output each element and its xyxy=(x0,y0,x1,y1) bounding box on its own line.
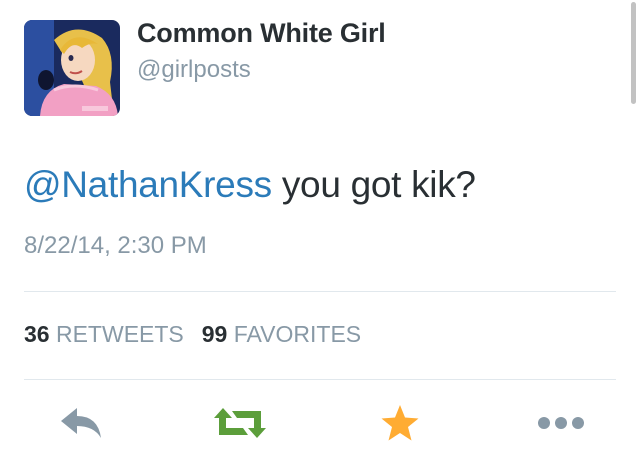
divider-bottom xyxy=(24,379,616,380)
favorites-stat[interactable]: 99 FAVORITES xyxy=(202,321,361,347)
mention-link[interactable]: @NathanKress xyxy=(24,164,272,205)
reply-icon xyxy=(61,408,101,438)
retweet-icon xyxy=(214,408,266,438)
display-name[interactable]: Common White Girl xyxy=(137,18,386,49)
more-icon xyxy=(538,417,584,429)
retweet-button[interactable] xyxy=(212,403,268,443)
user-handle[interactable]: @girlposts xyxy=(137,56,251,84)
retweets-label: RETWEETS xyxy=(55,321,184,347)
reply-button[interactable] xyxy=(57,403,105,443)
tweet-timestamp: 8/22/14, 2:30 PM xyxy=(24,232,207,259)
tweet-body: you got kik? xyxy=(271,164,476,205)
retweets-stat[interactable]: 36 RETWEETS xyxy=(24,321,184,347)
avatar[interactable] xyxy=(24,20,120,116)
favorites-count: 99 xyxy=(201,321,228,347)
favorite-star-icon xyxy=(381,405,419,441)
tweet-text: @NathanKress you got kik? xyxy=(24,164,476,206)
retweets-count: 36 xyxy=(24,321,50,347)
scrollbar[interactable] xyxy=(631,2,636,104)
tweet-stats: 36 RETWEETS 99 FAVORITES xyxy=(24,321,361,348)
divider-top xyxy=(24,291,616,292)
favorite-button[interactable] xyxy=(379,403,421,443)
more-button[interactable] xyxy=(535,403,587,443)
cartoon-princess-avatar xyxy=(24,20,120,116)
favorites-label: FAVORITES xyxy=(233,321,362,347)
